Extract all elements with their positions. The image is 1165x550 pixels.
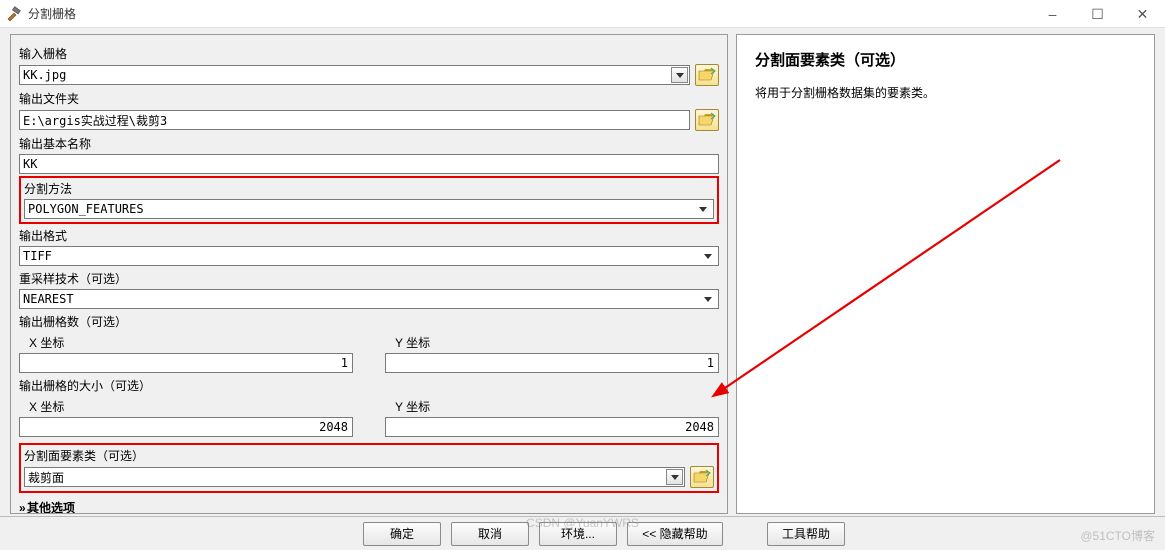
num-rasters-x-label: X 坐标 — [29, 334, 353, 351]
input-raster-value: KK.jpg — [23, 68, 66, 82]
resample-select[interactable]: NEAREST — [19, 289, 719, 309]
split-fc-combo[interactable]: 裁剪面 — [24, 467, 685, 487]
output-basename-input[interactable]: KK — [19, 154, 719, 174]
split-method-value: POLYGON_FEATURES — [28, 202, 144, 216]
close-button[interactable]: ✕ — [1120, 0, 1165, 28]
help-body: 将用于分割栅格数据集的要素类。 — [755, 84, 1136, 103]
output-folder-input[interactable]: E:\argis实战过程\裁剪3 — [19, 110, 690, 130]
split-method-highlight: 分割方法 POLYGON_FEATURES — [19, 176, 719, 224]
form-pane: 输入栅格 KK.jpg 输出文件夹 E:\argis实战过程\裁剪3 输出基本名… — [10, 34, 728, 514]
raster-size-y-label: Y 坐标 — [395, 398, 719, 415]
chevron-down-icon[interactable] — [666, 469, 683, 485]
output-basename-label: 输出基本名称 — [19, 135, 719, 152]
split-method-label: 分割方法 — [24, 180, 714, 197]
help-title: 分割面要素类（可选） — [755, 49, 1136, 70]
raster-size-y-input[interactable]: 2048 — [385, 417, 719, 437]
num-rasters-y-input[interactable]: 1 — [385, 353, 719, 373]
resample-label: 重采样技术（可选） — [19, 270, 719, 287]
hide-help-button[interactable]: << 隐藏帮助 — [627, 522, 723, 546]
ok-button[interactable]: 确定 — [363, 522, 441, 546]
folder-open-icon — [693, 469, 711, 485]
split-fc-value: 裁剪面 — [28, 469, 64, 486]
environments-button[interactable]: 环境... — [539, 522, 617, 546]
num-rasters-y-label: Y 坐标 — [395, 334, 719, 351]
input-raster-label: 输入栅格 — [19, 45, 719, 62]
output-folder-value: E:\argis实战过程\裁剪3 — [23, 112, 167, 129]
resample-value: NEAREST — [23, 292, 74, 306]
split-fc-label: 分割面要素类（可选） — [24, 447, 714, 464]
split-fc-highlight: 分割面要素类（可选） 裁剪面 — [19, 443, 719, 493]
output-format-select[interactable]: TIFF — [19, 246, 719, 266]
output-format-value: TIFF — [23, 249, 52, 263]
window-title: 分割栅格 — [28, 5, 76, 22]
content-area: 输入栅格 KK.jpg 输出文件夹 E:\argis实战过程\裁剪3 输出基本名… — [0, 28, 1165, 516]
num-rasters-label: 输出栅格数（可选） — [19, 313, 719, 330]
folder-open-icon — [698, 112, 716, 128]
chevron-down-icon[interactable] — [671, 67, 688, 83]
output-basename-value: KK — [23, 157, 37, 171]
folder-open-icon — [698, 67, 716, 83]
output-format-label: 输出格式 — [19, 227, 719, 244]
input-raster-combo[interactable]: KK.jpg — [19, 65, 690, 85]
browse-output-folder-button[interactable] — [695, 109, 719, 131]
output-folder-label: 输出文件夹 — [19, 90, 719, 107]
raster-size-x-label: X 坐标 — [29, 398, 353, 415]
titlebar: 分割栅格 – ☐ ✕ — [0, 0, 1165, 28]
raster-size-label: 输出栅格的大小（可选） — [19, 377, 719, 394]
minimize-button[interactable]: – — [1030, 0, 1075, 28]
raster-size-x-input[interactable]: 2048 — [19, 417, 353, 437]
browse-split-fc-button[interactable] — [690, 466, 714, 488]
other-options-expander[interactable]: 其他选项 — [19, 499, 719, 514]
help-pane: 分割面要素类（可选） 将用于分割栅格数据集的要素类。 — [736, 34, 1155, 514]
button-bar: 确定 取消 环境... << 隐藏帮助 工具帮助 — [0, 516, 1165, 550]
cancel-button[interactable]: 取消 — [451, 522, 529, 546]
maximize-button[interactable]: ☐ — [1075, 0, 1120, 28]
window-controls: – ☐ ✕ — [1030, 0, 1165, 28]
hammer-icon — [6, 6, 22, 22]
browse-input-raster-button[interactable] — [695, 64, 719, 86]
tool-help-button[interactable]: 工具帮助 — [767, 522, 845, 546]
num-rasters-x-input[interactable]: 1 — [19, 353, 353, 373]
split-method-select[interactable]: POLYGON_FEATURES — [24, 199, 714, 219]
